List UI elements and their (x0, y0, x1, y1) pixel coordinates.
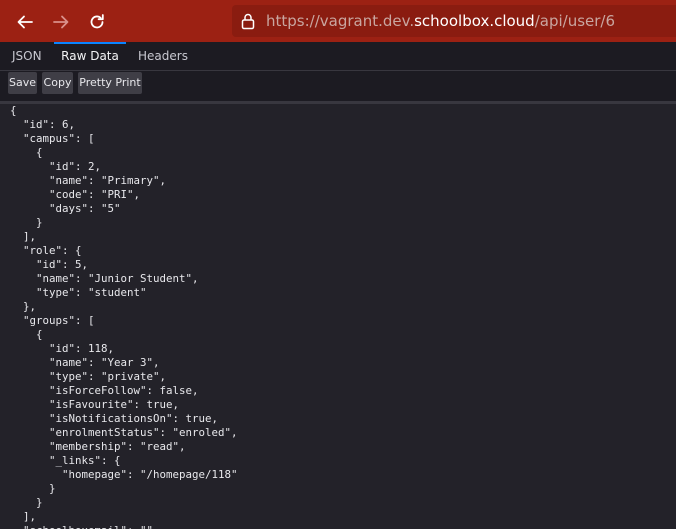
back-arrow-icon (17, 15, 33, 29)
viewer-tabs: JSON Raw Data Headers (0, 42, 676, 71)
tab-json[interactable]: JSON (12, 42, 46, 70)
tab-raw-data[interactable]: Raw Data (54, 42, 126, 70)
url-bar[interactable]: https://vagrant.dev.schoolbox.cloud/api/… (232, 5, 676, 37)
forward-arrow-icon (53, 15, 69, 29)
tab-headers[interactable]: Headers (138, 42, 190, 70)
save-button[interactable]: Save (8, 72, 37, 94)
raw-json-text: { "id": 6, "campus": [ { "id": 2, "name"… (10, 104, 238, 529)
browser-toolbar: https://vagrant.dev.schoolbox.cloud/api/… (0, 0, 676, 42)
back-button[interactable] (12, 9, 38, 35)
reload-icon (90, 14, 104, 29)
reload-button[interactable] (84, 9, 110, 35)
url-prefix: https://vagrant.dev. (266, 12, 415, 30)
lock-icon (241, 13, 255, 30)
copy-button[interactable]: Copy (42, 72, 73, 94)
url-domain: schoolbox.cloud (414, 12, 535, 30)
forward-button[interactable] (48, 9, 74, 35)
url-text: https://vagrant.dev.schoolbox.cloud/api/… (266, 12, 615, 30)
raw-data-panel[interactable]: { "id": 6, "campus": [ { "id": 2, "name"… (0, 104, 676, 529)
pretty-print-button[interactable]: Pretty Print (78, 72, 142, 94)
url-path: /api/user/6 (534, 12, 616, 30)
raw-data-toolbar: Save Copy Pretty Print (0, 71, 676, 101)
